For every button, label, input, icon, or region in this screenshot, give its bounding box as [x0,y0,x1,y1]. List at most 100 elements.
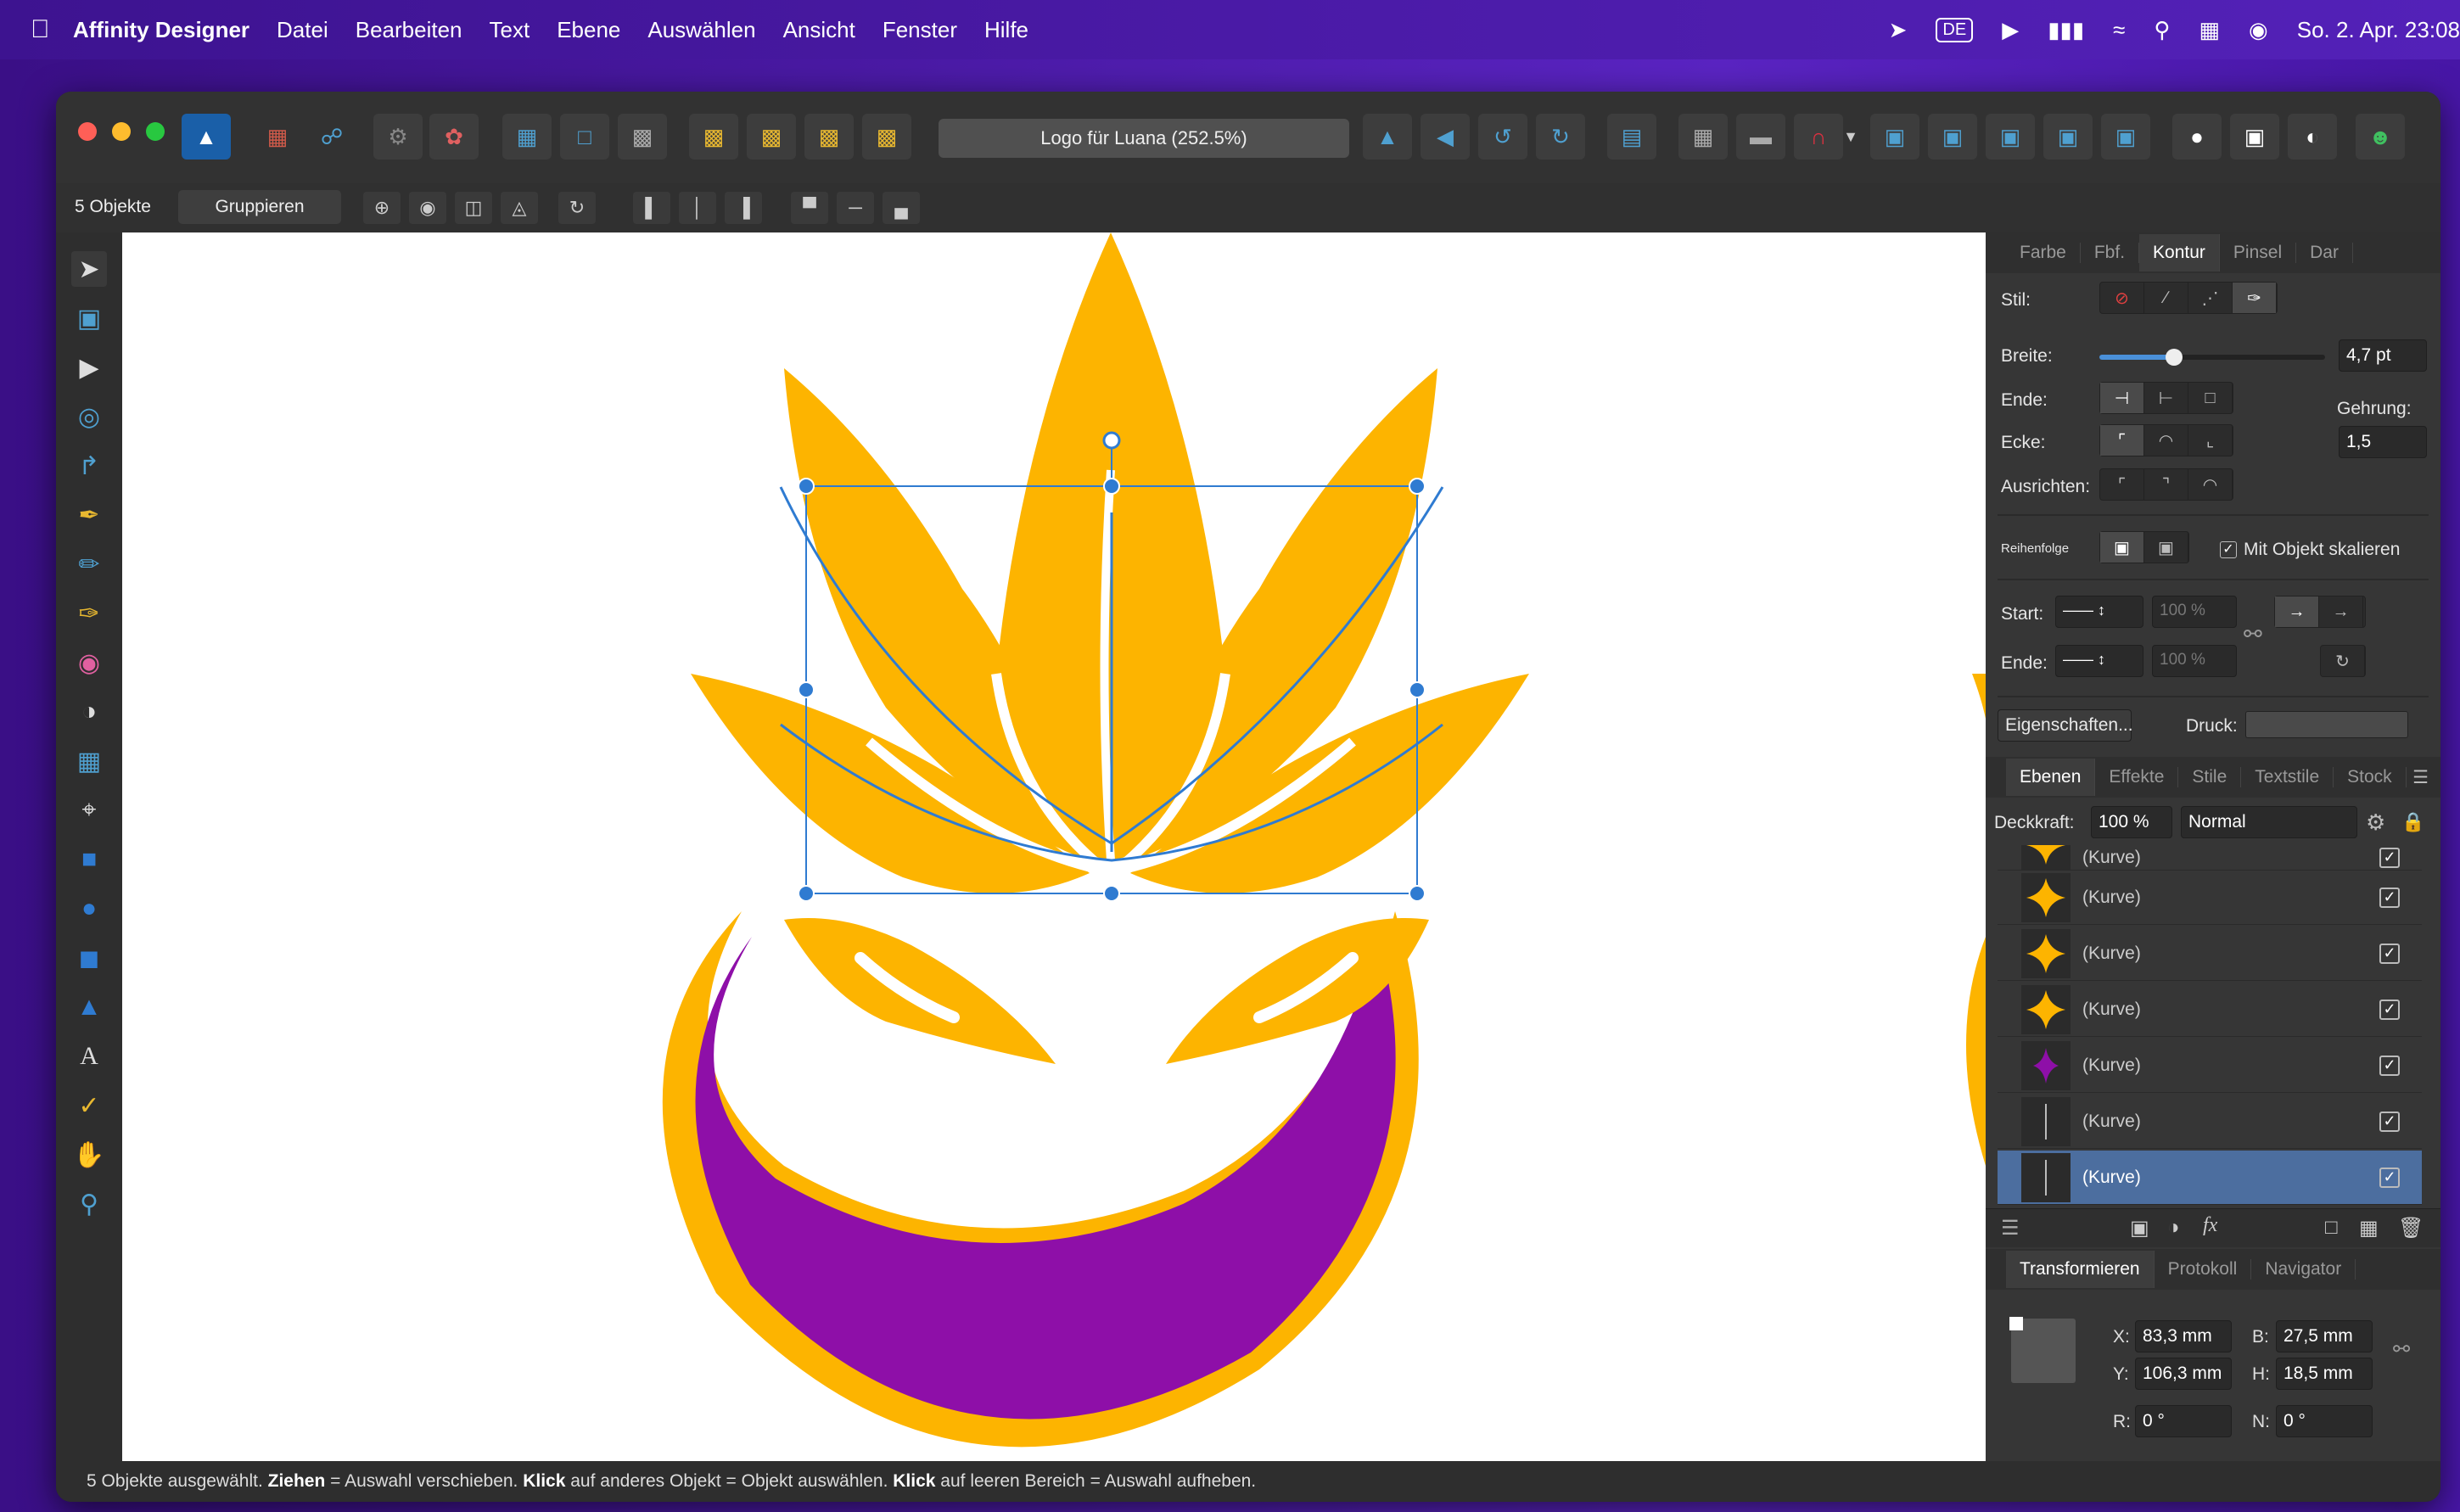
flip-vertical-icon[interactable]: ◀ [1421,114,1470,160]
stroke-front-icon[interactable]: ▣ [2144,532,2188,563]
arrange-backward-icon[interactable]: ▩ [747,114,796,160]
link-chain-icon[interactable]: ⚯ [2244,621,2262,647]
pixel-persona-icon[interactable]: ▦ [253,114,302,160]
end-arrowhead-select[interactable]: —— ↕ [2055,645,2143,677]
align-center-stroke-icon[interactable]: ⌜ [2100,469,2144,500]
tab-kontur[interactable]: Kontur [2139,234,2220,272]
arrange-back-icon[interactable]: ▩ [689,114,738,160]
boolean-divide-icon[interactable]: ▣ [2101,114,2150,160]
tab-transformieren[interactable]: Transformieren [2006,1251,2155,1288]
distribute-v-icon[interactable]: ◬ [501,192,538,224]
delete-layer-icon[interactable]: 🗑 [2398,1216,2424,1240]
handle-middle-left[interactable] [798,681,815,698]
show-bbox-icon[interactable]: ◉ [409,192,446,224]
handle-top-right[interactable] [1409,478,1426,495]
handle-bottom-right[interactable] [1409,885,1426,902]
visibility-checkbox[interactable]: ✓ [2379,999,2400,1020]
distribute-h-icon[interactable]: ◫ [455,192,492,224]
menu-text[interactable]: Text [490,17,530,43]
visibility-checkbox[interactable]: ✓ [2379,1055,2400,1076]
visibility-checkbox[interactable]: ✓ [2379,943,2400,964]
handle-middle-right[interactable] [1409,681,1426,698]
rectangle-tool-icon[interactable]: ■ [71,842,107,877]
start-arrowhead-select[interactable]: —— ↕ [2055,596,2143,628]
wifi-icon[interactable]: ≈ [2113,17,2125,43]
hand-tool-icon[interactable]: ✋ [71,1137,107,1173]
group-button[interactable]: Gruppieren [178,190,341,224]
left-hand-shape[interactable] [784,918,1056,1064]
canvas[interactable] [122,232,1986,1461]
align-right-icon[interactable]: ▐ [725,192,762,224]
vector-brush-tool-icon[interactable]: ✑ [71,596,107,631]
list-item[interactable]: (Kurve) ✓ [1998,871,2422,925]
magnet-icon[interactable]: ∩ [1794,114,1843,160]
logo-artwork[interactable] [122,232,1986,1461]
handle-top-left[interactable] [798,478,815,495]
menu-app-name[interactable]: Affinity Designer [73,17,249,43]
tab-navigator[interactable]: Navigator [2251,1259,2356,1280]
visibility-checkbox[interactable]: ✓ [2379,887,2400,908]
apple-icon[interactable]:  [31,15,73,44]
close-window-button[interactable] [78,122,97,141]
menu-ansicht[interactable]: Ansicht [783,17,855,43]
anchor-top-left[interactable] [2009,1317,2023,1330]
handle-bottom-center[interactable] [1103,885,1120,902]
pressure-graph[interactable] [2245,711,2408,738]
menu-auswaehlen[interactable]: Auswählen [647,17,755,43]
rotation-handle[interactable] [1102,431,1121,450]
add-pixel-layer-icon[interactable]: ▦ [2359,1216,2379,1240]
list-item[interactable]: (Kurve) ✓ [1998,1039,2422,1093]
handle-bottom-left[interactable] [798,885,815,902]
menu-hilfe[interactable]: Hilfe [984,17,1028,43]
blend-mode-select[interactable]: Normal [2181,806,2357,838]
n-field[interactable]: 0 ° [2276,1405,2373,1437]
layers-stack-icon[interactable]: ☰ [2001,1216,2020,1240]
tab-fbf[interactable]: Fbf. [2081,243,2140,263]
h-field[interactable]: 18,5 mm [2276,1358,2373,1390]
boolean-intersect-icon[interactable]: ▣ [1986,114,2035,160]
scale-with-object-checkbox[interactable]: ✓ [2220,541,2237,558]
rotate-selection-icon[interactable]: ↻ [558,192,596,224]
move-tool-icon[interactable]: ➤ [71,251,107,287]
battery-icon[interactable]: ▮▮▮ [2048,17,2084,43]
transparency-tool-icon[interactable]: ◑ [71,694,107,730]
arrange-front-icon[interactable]: ▩ [862,114,911,160]
play-icon[interactable]: ▶ [2002,17,2019,43]
miter-field[interactable]: 1,5 [2339,426,2427,458]
list-item[interactable]: (Kurve) ✓ [1998,845,2422,871]
end-scale-field[interactable]: 100 % [2152,645,2237,677]
fill-tool-icon[interactable]: ◉ [71,645,107,680]
align-inside-stroke-icon[interactable]: ⌝ [2144,469,2188,500]
rotate-left-icon[interactable]: ↺ [1478,114,1527,160]
adjustment-icon[interactable]: ◑ [2167,1216,2180,1240]
width-slider[interactable] [2099,349,2325,366]
list-item[interactable]: (Kurve) ✓ [1998,1095,2422,1149]
r-field[interactable]: 0 ° [2135,1405,2232,1437]
tab-effekte[interactable]: Effekte [2095,767,2179,787]
miter-join-icon[interactable]: ⌜ [2100,425,2144,456]
align-center-icon[interactable]: │ [679,192,716,224]
menu-bearbeiten[interactable]: Bearbeiten [356,17,462,43]
add-layer-icon[interactable]: □ [2325,1216,2338,1240]
align-outside-stroke-icon[interactable]: ◠ [2188,469,2233,500]
pencil-tool-icon[interactable]: ✏ [71,546,107,582]
arrow-inside-icon[interactable]: → [2275,596,2319,627]
snapping-options-icon[interactable]: ✿ [429,114,479,160]
brush-stroke-icon[interactable]: ✑ [2233,283,2277,313]
crop-tool-icon[interactable]: ⌖ [71,792,107,828]
fx-icon[interactable]: fx [2203,1214,2217,1237]
control-center-icon[interactable]: ▦ [2199,17,2220,43]
assistant-icon[interactable]: ⚙ [373,114,423,160]
visibility-checkbox[interactable]: ✓ [2379,1111,2400,1132]
arrange-forward-icon[interactable]: ▩ [804,114,854,160]
siri-icon[interactable]: ◉ [2249,17,2268,43]
tab-dar[interactable]: Dar [2296,243,2353,263]
opacity-field[interactable]: 100 % [2091,806,2172,838]
list-item-selected[interactable]: (Kurve) ✓ [1998,1151,2422,1205]
b-field[interactable]: 27,5 mm [2276,1320,2373,1352]
handle-top-center[interactable] [1103,478,1120,495]
start-scale-field[interactable]: 100 % [2152,596,2237,628]
export-persona-icon[interactable]: ☍ [307,114,356,160]
list-item[interactable]: (Kurve) ✓ [1998,983,2422,1037]
flip-horizontal-icon[interactable]: ▲ [1363,114,1412,160]
